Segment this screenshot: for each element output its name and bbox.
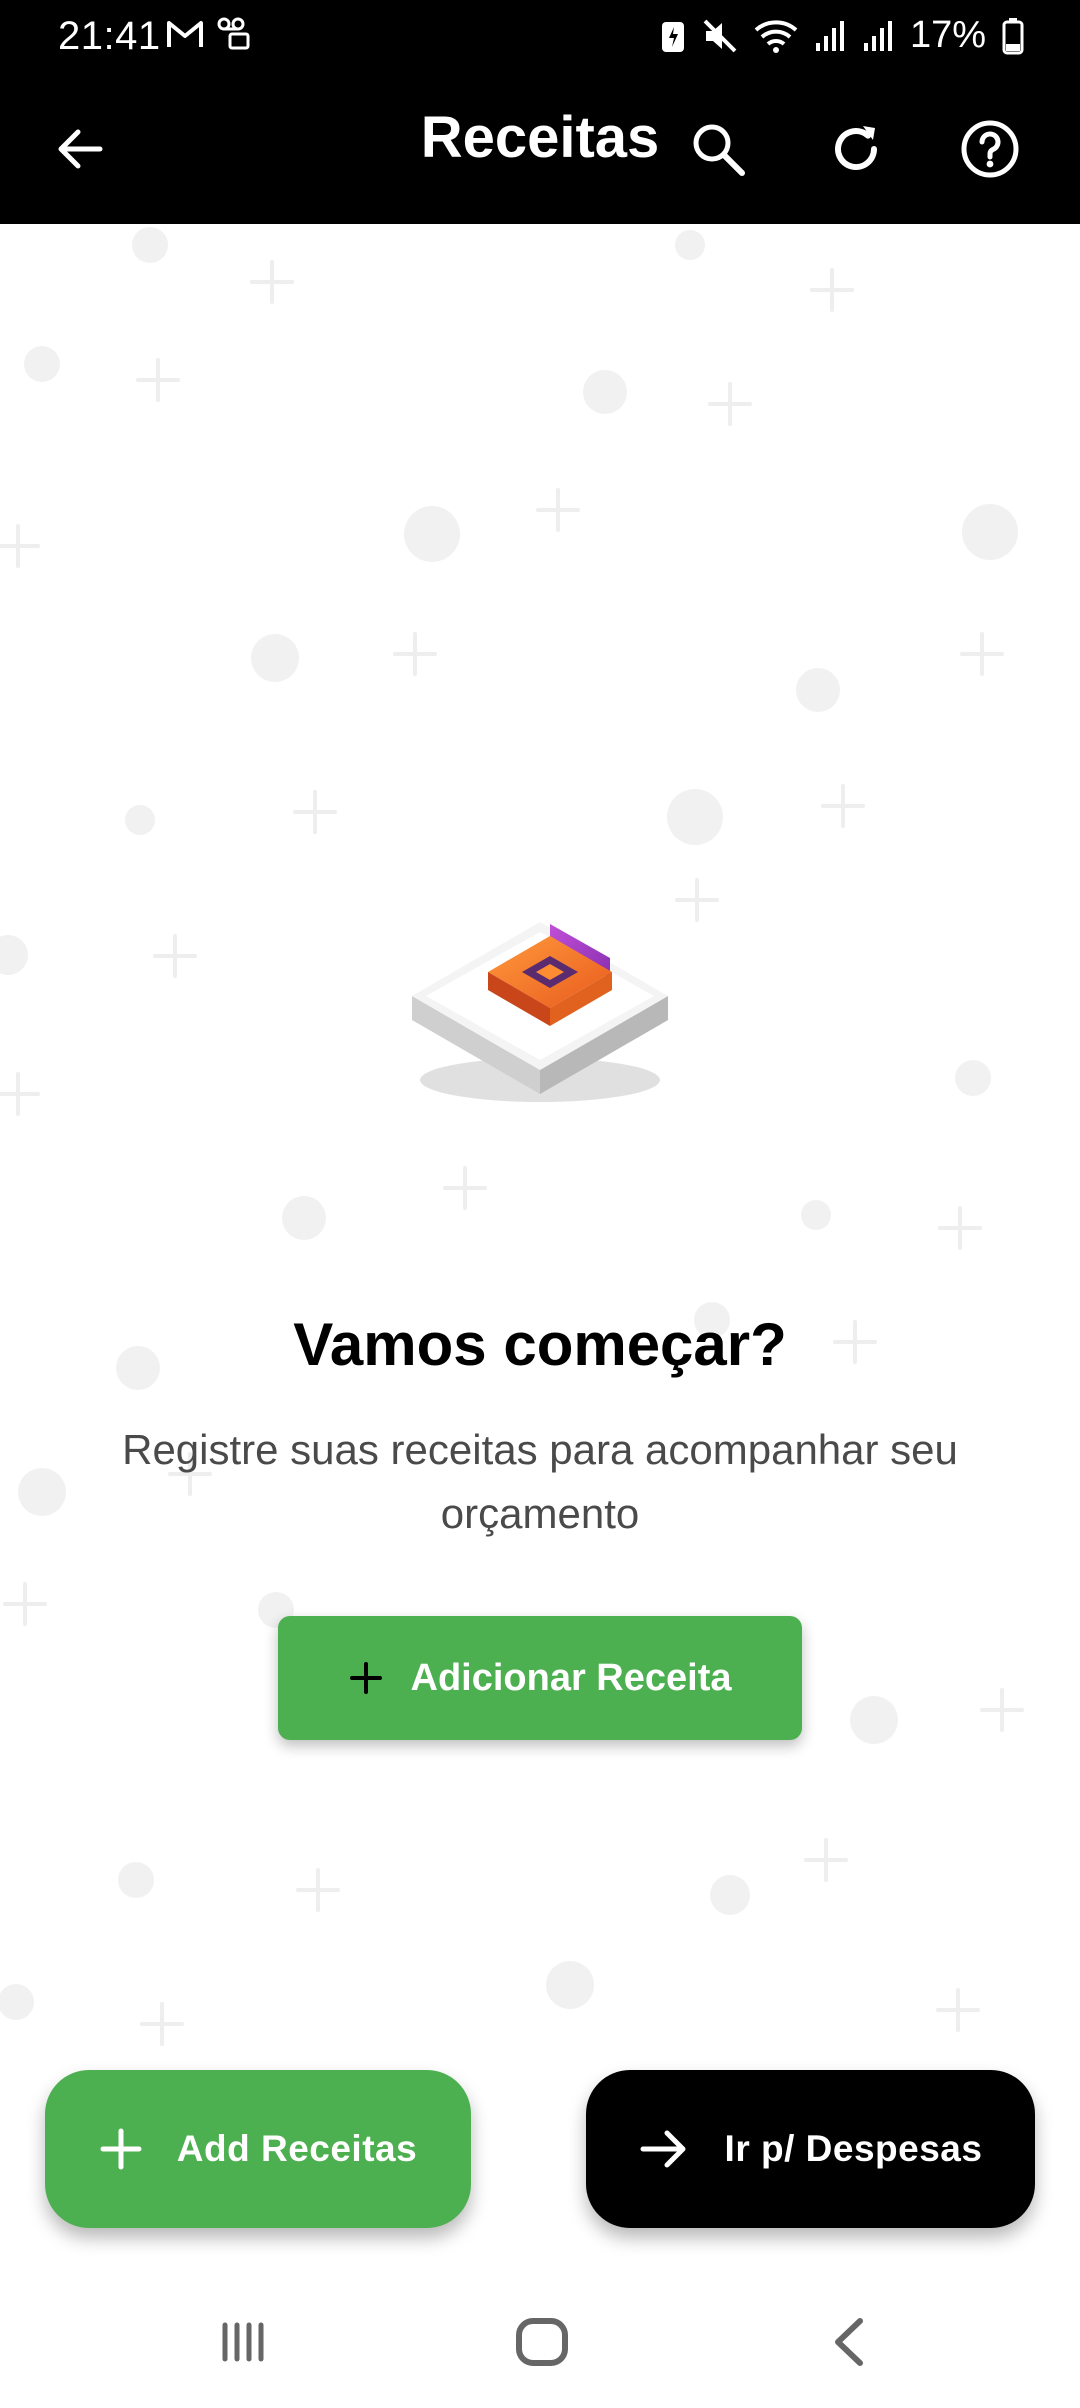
recent-apps-icon (222, 2322, 264, 2362)
help-button[interactable] (952, 111, 1028, 187)
search-icon (693, 124, 745, 176)
empty-state-illustration (412, 922, 668, 1102)
background-pattern (0, 227, 1024, 2148)
search-button[interactable] (680, 111, 756, 187)
status-bar: 21:41 17% (0, 0, 1080, 74)
signal-icon (815, 20, 844, 51)
signal-icon (863, 20, 892, 51)
go-to-expenses-fab-label: Ir p/ Despesas (724, 2128, 983, 2169)
battery-saver-icon (661, 21, 684, 52)
status-time: 21:41 (58, 14, 161, 58)
page-title: Receitas (420, 105, 660, 170)
empty-state-title: Vamos começar? (293, 1311, 787, 1378)
mute-icon (703, 19, 737, 52)
recent-apps-button[interactable] (202, 2306, 282, 2378)
battery-icon (1002, 17, 1024, 54)
add-income-button[interactable]: Adicionar Receita (278, 1616, 802, 1740)
voicemail-icon (217, 17, 250, 50)
back-icon (835, 2318, 863, 2366)
plus-icon (100, 2128, 142, 2170)
app-bar: Receitas (0, 74, 1080, 224)
go-to-expenses-fab[interactable]: Ir p/ Despesas (586, 2070, 1035, 2228)
help-icon (961, 120, 1019, 178)
wifi-icon (754, 19, 798, 53)
gmail-icon (167, 21, 203, 47)
refresh-icon (835, 126, 877, 171)
add-incomes-fab-label: Add Receitas (176, 2128, 418, 2169)
add-incomes-fab[interactable]: Add Receitas (45, 2070, 471, 2228)
home-button[interactable] (502, 2306, 582, 2378)
arrow-right-icon (640, 2130, 686, 2168)
add-income-button-label: Adicionar Receita (410, 1656, 732, 1699)
system-back-button[interactable] (808, 2306, 888, 2378)
system-nav-bar (0, 2272, 1080, 2408)
plus-icon (349, 1662, 382, 1694)
battery-percentage: 17% (909, 14, 986, 56)
empty-state-description: Registre suas receitas para acompanhar s… (122, 1426, 958, 1537)
refresh-button[interactable] (818, 111, 894, 187)
home-icon (516, 2318, 568, 2366)
